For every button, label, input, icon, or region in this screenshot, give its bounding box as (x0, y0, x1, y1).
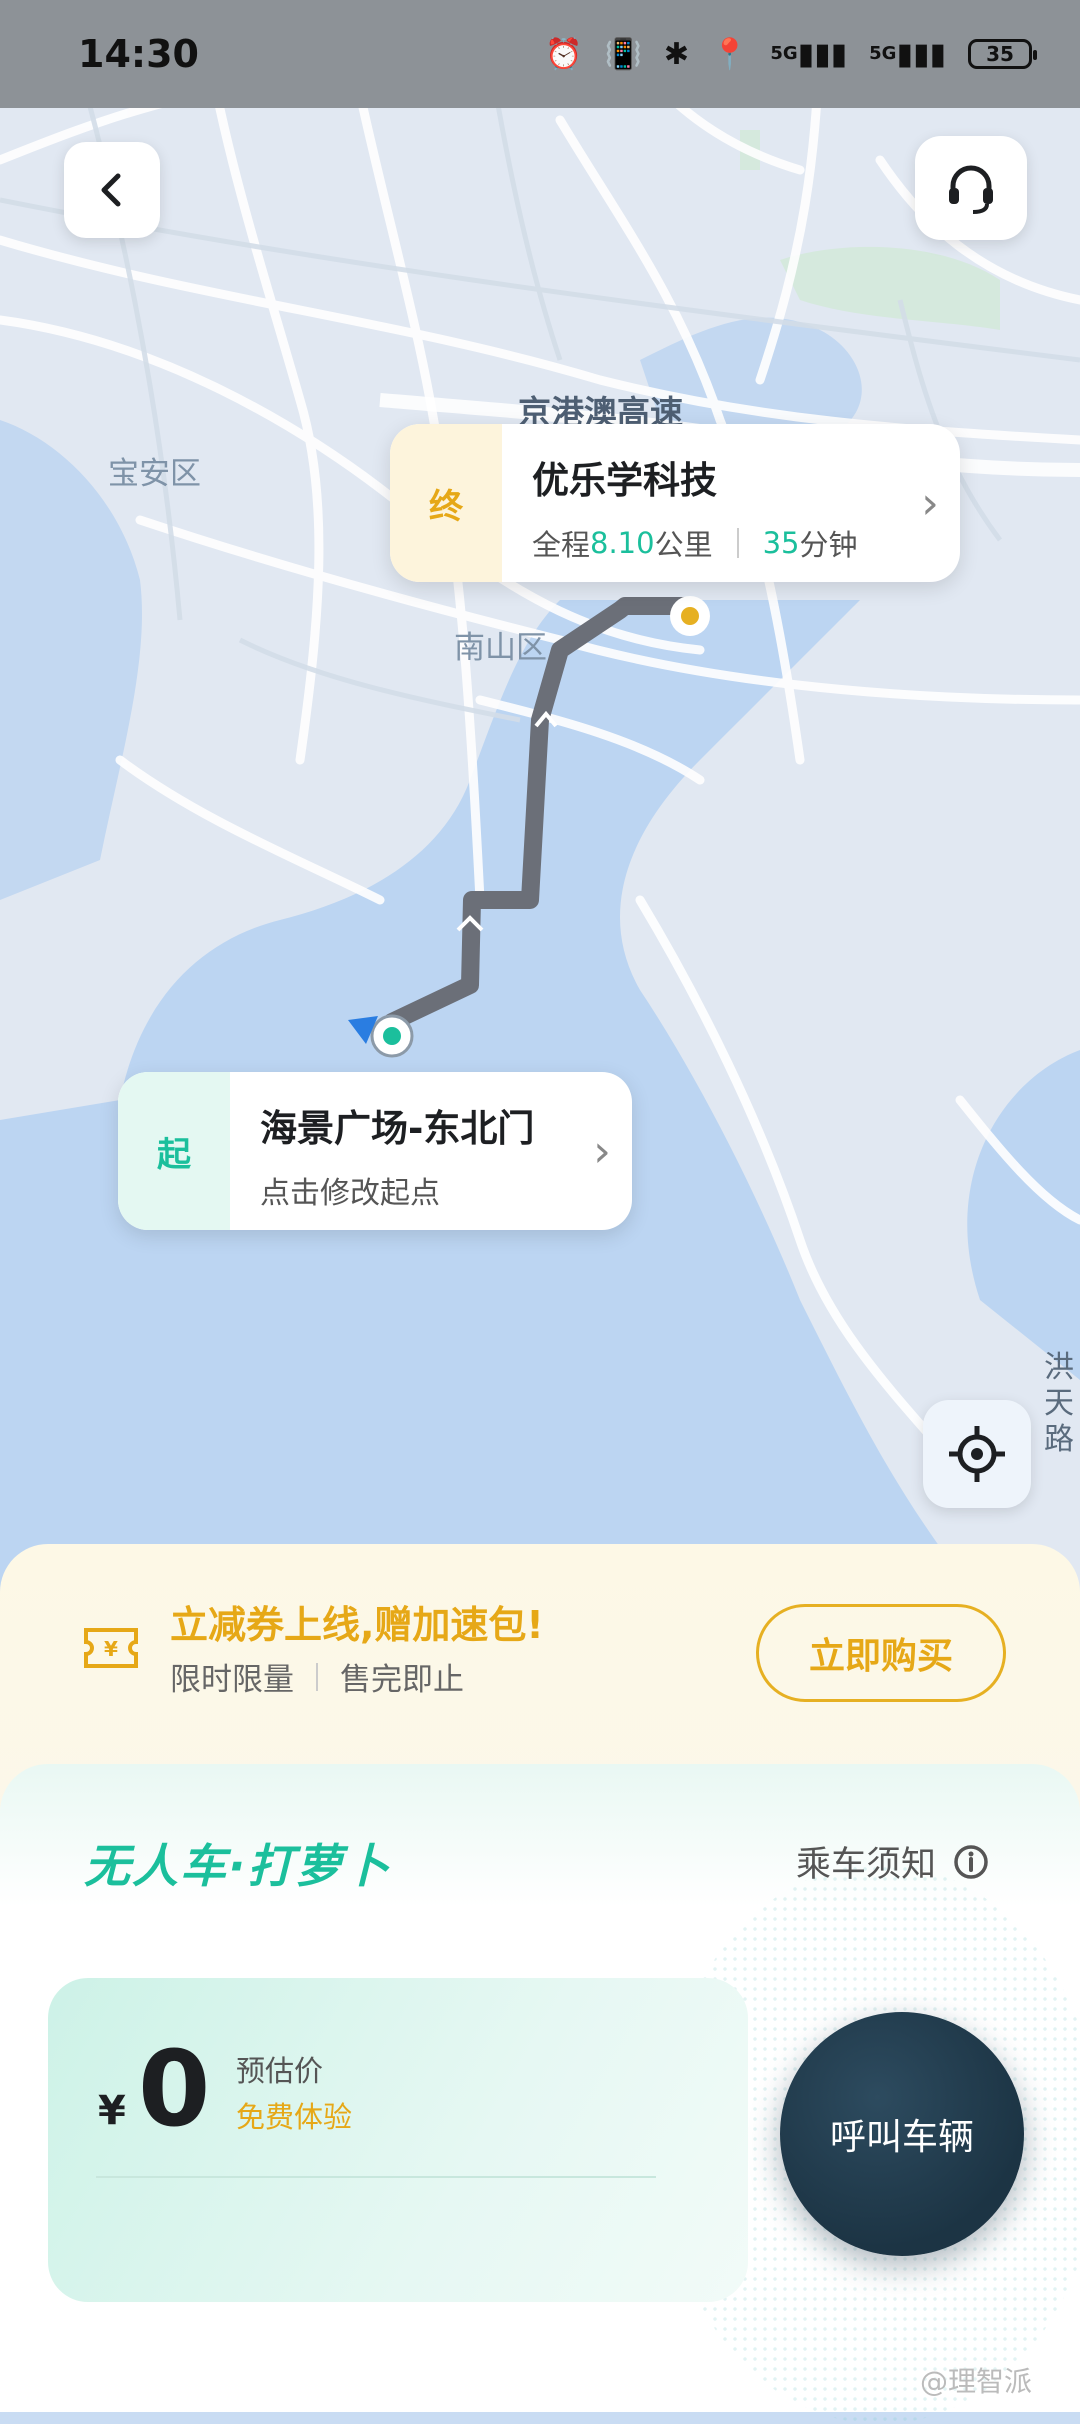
destination-tag: 终 (390, 424, 502, 582)
chevron-left-icon (101, 173, 121, 207)
road-label-edge: 洪 天 路 (1044, 1350, 1074, 1457)
status-bar: 14:30 ⏰ 📳 ✱ 📍 5G ▮▮▮ 5G ▮▮▮ 35 (0, 0, 1080, 108)
svg-text:¥: ¥ (104, 1637, 118, 1661)
district-label-baoan: 宝安区 (108, 456, 201, 492)
location-icon: 📍 (710, 36, 749, 72)
crosshair-icon (949, 1426, 1005, 1482)
distance-value: 8.10 (590, 526, 655, 560)
vibrate-icon: 📳 (604, 36, 642, 72)
origin-name: 海景广场-东北门 (260, 1107, 535, 1150)
bluetooth-icon: ✱ (663, 36, 689, 72)
currency-symbol: ¥ (98, 2088, 126, 2134)
divider (96, 2176, 656, 2178)
coupon-icon: ¥ (84, 1628, 138, 1668)
back-button[interactable] (64, 142, 160, 238)
signal-icon-1: 5G ▮▮▮ (770, 36, 848, 72)
map-view[interactable] (0, 0, 1080, 1600)
price-estimate-label: 预估价 (236, 2054, 324, 2088)
duration-value: 35 (762, 526, 800, 560)
alarm-icon: ⏰ (545, 36, 583, 72)
status-time: 14:30 (78, 32, 199, 76)
buy-now-button[interactable]: 立即购买 (756, 1604, 1006, 1702)
origin-card[interactable]: 起 海景广场-东北门 点击修改起点 › (118, 1072, 632, 1230)
ride-notice-label: 乘车须知 (796, 1845, 937, 1885)
destination-name: 优乐学科技 (532, 459, 717, 502)
free-trial-label: 免费体验 (236, 2100, 353, 2134)
destination-card[interactable]: 终 优乐学科技 全程 8.10 公里 35 分钟 › (390, 424, 960, 582)
info-icon (954, 1844, 988, 1879)
chevron-right-icon: › (593, 1125, 611, 1177)
call-vehicle-button[interactable]: 呼叫车辆 (780, 2012, 1024, 2256)
distance-prefix: 全程 (532, 528, 591, 562)
origin-tag: 起 (118, 1072, 230, 1230)
trip-summary: 全程 8.10 公里 35 分钟 (532, 522, 900, 564)
signal-icon-2: 5G ▮▮▮ (869, 36, 946, 72)
price-value: 0 (138, 2028, 211, 2150)
locate-me-button[interactable] (923, 1400, 1031, 1508)
battery-icon: 35 (968, 39, 1037, 69)
duration-unit: 分钟 (799, 528, 858, 562)
divider (316, 1662, 318, 1691)
brand-logo: 无人车·打萝卜 (84, 1839, 392, 1893)
promo-sub-2: 售完即止 (340, 1662, 464, 1698)
promo-title: 立减券上线,赠加速包! (170, 1603, 544, 1647)
chevron-right-icon: › (921, 477, 939, 529)
origin-hint: 点击修改起点 (260, 1176, 440, 1211)
divider (736, 528, 739, 558)
customer-service-button[interactable] (915, 136, 1027, 240)
promo-subtitle: 限时限量 售完即止 (170, 1654, 464, 1699)
ride-notice-link[interactable]: 乘车须知 (796, 1836, 990, 1887)
booking-panel: 无人车·打萝卜 乘车须知 ¥ 0 预估价 免费体验 呼叫车辆 (0, 1764, 1080, 2424)
district-label-nanshan: 南山区 (454, 630, 547, 666)
distance-unit: 公里 (654, 528, 713, 562)
price-card: ¥ 0 预估价 免费体验 (48, 1978, 748, 2302)
headset-icon (949, 165, 993, 214)
status-icons: ⏰ 📳 ✱ 📍 5G ▮▮▮ 5G ▮▮▮ 35 (545, 36, 1037, 72)
watermark: @理智派 (920, 2365, 1033, 2398)
promo-sub-1: 限时限量 (170, 1662, 294, 1698)
